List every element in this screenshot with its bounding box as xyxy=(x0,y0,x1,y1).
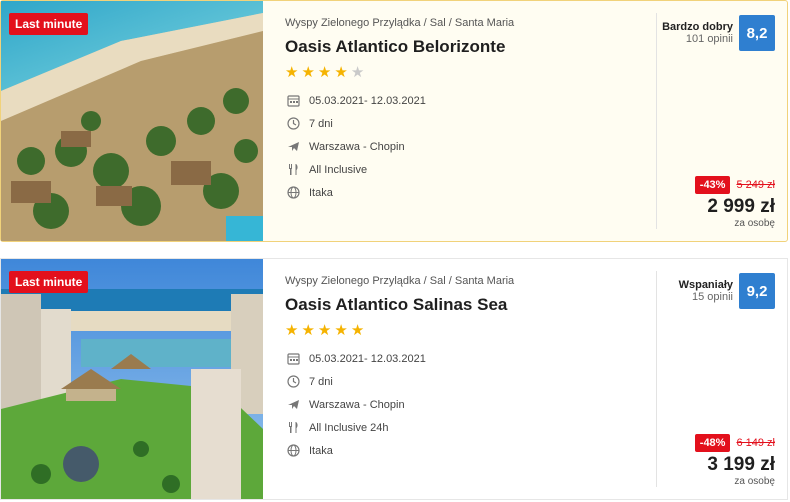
operator: Itaka xyxy=(309,186,333,199)
clock-icon xyxy=(285,374,301,390)
discount-badge: -48% xyxy=(694,434,731,452)
duration-row: 7 dni xyxy=(285,370,656,393)
offer-summary: Wspaniały 15 opinii 9,2 -48% 6 149 zł 3 … xyxy=(656,271,787,487)
location[interactable]: Wyspy Zielonego Przylądka / Sal / Santa … xyxy=(285,275,656,287)
per-person-label: za osobę xyxy=(734,476,775,487)
rating-label: Wspaniały xyxy=(678,279,733,291)
dates: 05.03.2021- 12.03.2021 xyxy=(309,94,426,107)
hotel-photo[interactable]: Last minute xyxy=(1,1,263,241)
rating: Wspaniały 15 opinii 9,2 xyxy=(679,273,775,309)
score-badge: 8,2 xyxy=(739,15,775,51)
star-icon: ★ xyxy=(301,64,318,81)
offer-card[interactable]: Last minute Wyspy Zielonego Przylądka / … xyxy=(0,0,788,242)
plane-icon xyxy=(285,397,301,413)
departure: Warszawa - Chopin xyxy=(309,140,405,153)
cutlery-icon xyxy=(285,420,301,436)
star-icon: ★ xyxy=(285,322,302,339)
calendar-icon xyxy=(285,93,301,109)
old-price: 6 149 zł xyxy=(736,437,775,449)
star-icon: ★ xyxy=(350,64,368,81)
current-price: 2 999 zł xyxy=(707,196,775,217)
star-icon: ★ xyxy=(301,322,318,339)
operator-row: Itaka xyxy=(285,181,656,204)
board: All Inclusive 24h xyxy=(309,421,389,434)
review-count[interactable]: 15 opinii xyxy=(679,291,733,303)
score-badge: 9,2 xyxy=(739,273,775,309)
dates: 05.03.2021- 12.03.2021 xyxy=(309,352,426,365)
old-price: 5 249 zł xyxy=(736,179,775,191)
current-price: 3 199 zł xyxy=(707,454,775,475)
last-minute-badge: Last minute xyxy=(9,271,89,293)
star-icon: ★ xyxy=(350,322,368,339)
hotel-name[interactable]: Oasis Atlantico Belorizonte xyxy=(285,37,656,57)
location[interactable]: Wyspy Zielonego Przylądka / Sal / Santa … xyxy=(285,17,656,29)
departure: Warszawa - Chopin xyxy=(309,398,405,411)
board-row: All Inclusive xyxy=(285,158,656,181)
dates-row: 05.03.2021- 12.03.2021 xyxy=(285,347,656,370)
star-icon: ★ xyxy=(334,322,351,339)
duration: 7 dni xyxy=(309,375,333,388)
last-minute-badge: Last minute xyxy=(9,13,89,35)
globe-icon xyxy=(285,443,301,459)
price-block[interactable]: -43% 5 249 zł 2 999 zł za osobę xyxy=(694,176,775,229)
offer-summary: Bardzo dobry 101 opinii 8,2 -43% 5 249 z… xyxy=(656,13,787,229)
price-block[interactable]: -48% 6 149 zł 3 199 zł za osobę xyxy=(694,434,775,487)
star-icon: ★ xyxy=(317,64,335,81)
hotel-photo-image xyxy=(1,1,263,241)
departure-row: Warszawa - Chopin xyxy=(285,135,656,158)
board: All Inclusive xyxy=(309,163,368,176)
dates-row: 05.03.2021- 12.03.2021 xyxy=(285,89,656,112)
hotel-photo-image xyxy=(1,259,263,499)
plane-icon xyxy=(285,139,301,155)
duration-row: 7 dni xyxy=(285,112,656,135)
hotel-name[interactable]: Oasis Atlantico Salinas Sea xyxy=(285,295,656,315)
calendar-icon xyxy=(285,351,301,367)
departure-row: Warszawa - Chopin xyxy=(285,393,656,416)
review-count[interactable]: 101 opinii xyxy=(662,33,733,45)
cutlery-icon xyxy=(285,162,301,178)
star-icon: ★ xyxy=(285,64,302,81)
operator: Itaka xyxy=(309,444,333,457)
offer-info: Wyspy Zielonego Przylądka / Sal / Santa … xyxy=(263,1,656,241)
offer-card[interactable]: Last minute Wyspy Zielonego Przylądka / … xyxy=(0,258,788,500)
discount-badge: -43% xyxy=(694,176,731,194)
star-rating: ★★★★★ xyxy=(285,321,656,339)
rating-label: Bardzo dobry xyxy=(662,21,733,33)
board-row: All Inclusive 24h xyxy=(285,416,656,439)
clock-icon xyxy=(285,116,301,132)
rating: Bardzo dobry 101 opinii 8,2 xyxy=(662,15,775,51)
globe-icon xyxy=(285,185,301,201)
per-person-label: za osobę xyxy=(734,218,775,229)
star-icon: ★ xyxy=(334,64,351,81)
offer-info: Wyspy Zielonego Przylądka / Sal / Santa … xyxy=(263,259,656,499)
duration: 7 dni xyxy=(309,117,333,130)
hotel-photo[interactable]: Last minute xyxy=(1,259,263,499)
star-rating: ★★★★★ xyxy=(285,63,656,81)
operator-row: Itaka xyxy=(285,439,656,462)
star-icon: ★ xyxy=(317,322,335,339)
